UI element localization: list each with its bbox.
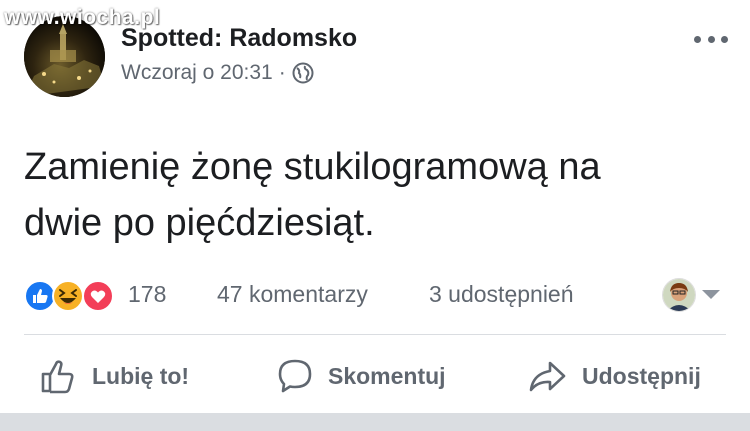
more-dot (707, 35, 715, 43)
love-reaction-icon (82, 280, 114, 312)
watermark: www.wiocha.pl (4, 6, 161, 29)
feed-separator (0, 413, 750, 431)
shares-count[interactable]: 3 udostępnień (429, 281, 574, 308)
thumbs-up-icon (41, 360, 74, 394)
reaction-count[interactable]: 178 (128, 281, 166, 308)
share-arrow-icon (529, 361, 566, 392)
like-button[interactable]: Lubię to! (40, 354, 189, 398)
share-button[interactable]: Udostępnij (528, 354, 701, 398)
more-dot (694, 35, 701, 43)
comment-button-label: Skomentuj (328, 362, 446, 389)
post-card: www.wiocha.pl Spotted: Radomsko Wczoraj … (0, 0, 750, 431)
comment-icon (278, 359, 312, 393)
post-meta: Wczoraj o 20:31 · (121, 61, 314, 85)
divider (24, 334, 726, 335)
reaction-icons[interactable] (24, 278, 120, 314)
post-text: Zamienię żonę stukilogramową na dwie po … (24, 146, 601, 244)
globe-icon (292, 62, 314, 84)
more-dot (721, 35, 728, 43)
haha-reaction-icon (52, 280, 84, 312)
action-bar: Lubię to! Skomentuj Udostępnij (0, 350, 750, 402)
viewer-avatar[interactable] (662, 278, 696, 312)
more-options-icon[interactable] (694, 32, 728, 46)
chevron-down-icon[interactable] (702, 290, 720, 299)
viewer-avatar-image (663, 279, 695, 311)
like-button-label: Lubię to! (92, 362, 190, 389)
comments-count[interactable]: 47 komentarzy (217, 281, 368, 308)
post-timestamp[interactable]: Wczoraj o 20:31 (121, 61, 273, 85)
comment-button[interactable]: Skomentuj (276, 354, 446, 398)
meta-separator: · (278, 61, 286, 84)
reactions-row: 178 47 komentarzy 3 udostępnień (24, 278, 724, 314)
share-button-label: Udostępnij (582, 362, 701, 389)
